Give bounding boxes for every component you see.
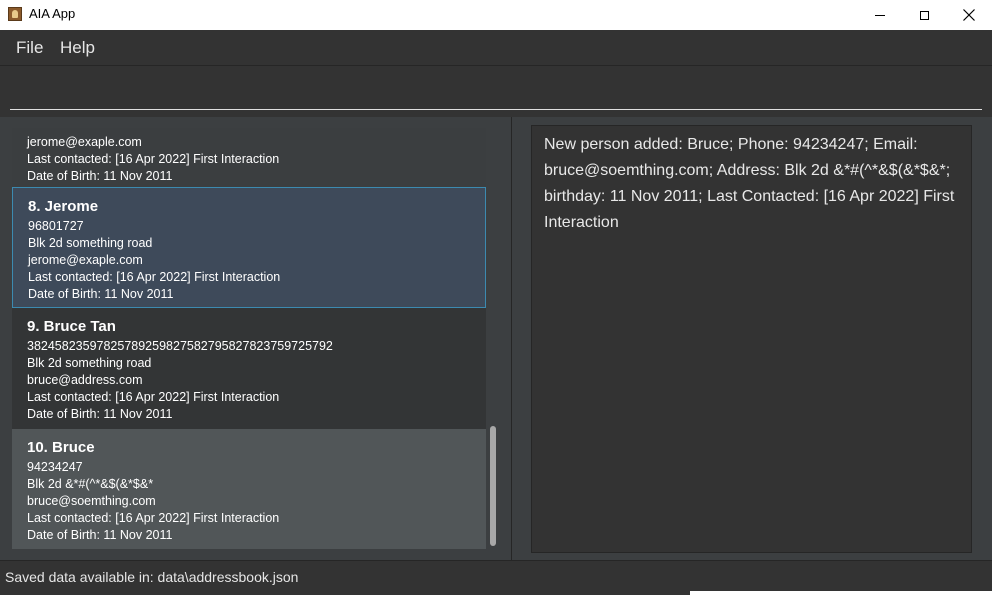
result-display: New person added: Bruce; Phone: 94234247… xyxy=(531,125,972,553)
window-title: AIA App xyxy=(29,6,76,21)
command-input[interactable] xyxy=(10,76,982,110)
minimize-button[interactable] xyxy=(857,0,903,30)
window-edge-bottom xyxy=(690,591,996,595)
maximize-icon xyxy=(919,10,929,20)
person-last-contacted: Last contacted: [16 Apr 2022] First Inte… xyxy=(28,270,281,284)
person-card[interactable]: 9. Bruce Tan 382458235978257892598275827… xyxy=(12,308,486,429)
app-icon xyxy=(8,7,22,21)
person-address: Blk 2d &*#(^*&$(&*$&* xyxy=(27,477,154,491)
person-email: bruce@address.com xyxy=(27,373,143,387)
person-card[interactable]: jerome@exaple.com Last contacted: [16 Ap… xyxy=(12,128,486,188)
person-birthday: Date of Birth: 11 Nov 2011 xyxy=(28,287,174,301)
menu-file[interactable]: File xyxy=(16,38,43,58)
person-list[interactable]: jerome@exaple.com Last contacted: [16 Ap… xyxy=(12,128,486,566)
title-bar: AIA App xyxy=(0,0,996,30)
person-card-selected[interactable]: 8. Jerome 96801727 Blk 2d something road… xyxy=(12,187,486,308)
person-email: jerome@exaple.com xyxy=(28,253,143,267)
result-panel: New person added: Bruce; Phone: 94234247… xyxy=(512,117,992,560)
status-text: Saved data available in: data\addressboo… xyxy=(5,569,299,585)
close-button[interactable] xyxy=(946,0,992,30)
menu-bar: File Help xyxy=(0,30,992,65)
minimize-icon xyxy=(875,14,885,16)
person-last-contacted: Last contacted: [16 Apr 2022] First Inte… xyxy=(27,152,280,166)
person-phone: 94234247 xyxy=(27,460,83,474)
person-last-contacted: Last contacted: [16 Apr 2022] First Inte… xyxy=(27,390,280,404)
menu-help[interactable]: Help xyxy=(60,38,95,58)
close-icon xyxy=(963,9,975,21)
person-email: bruce@soemthing.com xyxy=(27,494,156,508)
person-email: jerome@exaple.com xyxy=(27,135,142,149)
person-phone: 3824582359782578925982758279582782375972… xyxy=(27,339,333,353)
person-last-contacted: Last contacted: [16 Apr 2022] First Inte… xyxy=(27,511,280,525)
person-index-name: 9. Bruce Tan xyxy=(27,318,116,335)
person-phone: 96801727 xyxy=(28,219,84,233)
person-card-hovered[interactable]: 10. Bruce 94234247 Blk 2d &*#(^*&$(&*$&*… xyxy=(12,429,486,549)
person-birthday: Date of Birth: 11 Nov 2011 xyxy=(27,169,173,183)
person-index-name: 8. Jerome xyxy=(28,198,99,215)
command-box xyxy=(0,65,992,117)
person-address: Blk 2d something road xyxy=(28,236,153,250)
maximize-button[interactable] xyxy=(901,0,947,30)
person-address: Blk 2d something road xyxy=(27,356,152,370)
list-scrollbar-thumb[interactable] xyxy=(490,426,496,546)
person-birthday: Date of Birth: 11 Nov 2011 xyxy=(27,407,173,421)
status-bar: Saved data available in: data\addressboo… xyxy=(0,560,992,595)
person-birthday: Date of Birth: 11 Nov 2011 xyxy=(27,528,173,542)
person-list-panel: jerome@exaple.com Last contacted: [16 Ap… xyxy=(0,117,512,560)
window-edge xyxy=(992,30,996,595)
person-index-name: 10. Bruce xyxy=(27,439,95,456)
